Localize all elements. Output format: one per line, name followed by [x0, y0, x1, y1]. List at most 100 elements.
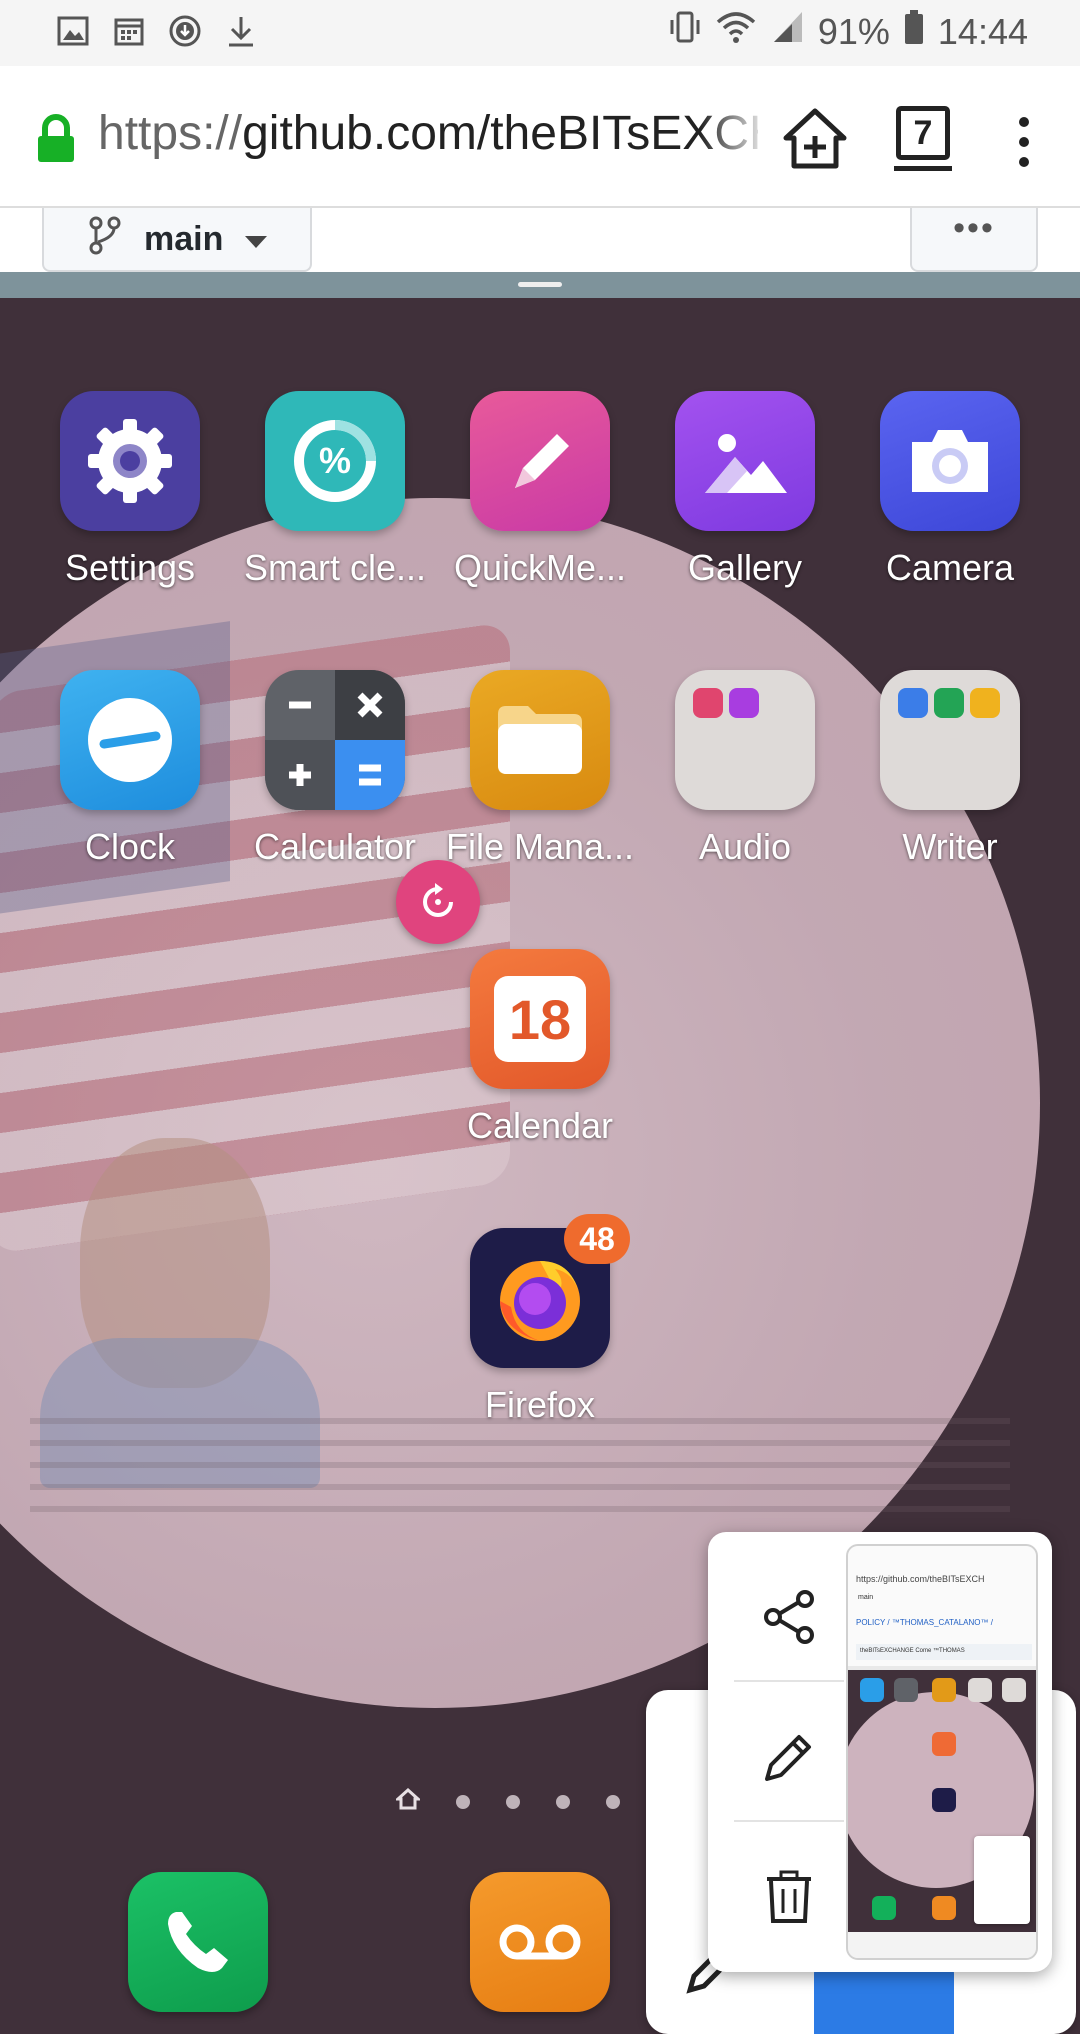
share-icon	[764, 1590, 814, 1644]
calculator-icon	[265, 670, 405, 810]
branch-select-button[interactable]: main	[42, 208, 312, 272]
app-calculator[interactable]: Calculator	[235, 670, 435, 868]
app-label: Calculator	[253, 826, 417, 867]
app-smart-cleaner[interactable]: % Smart cle...	[235, 391, 435, 589]
page-dot	[456, 1794, 470, 1809]
phone-icon	[168, 1912, 228, 1972]
thumb-app	[932, 1678, 956, 1702]
delete-button[interactable]	[734, 1842, 844, 1952]
thumb-policy: POLICY / ™THOMAS_CATALANO™ /	[856, 1618, 993, 1627]
thumb-app	[968, 1678, 992, 1702]
lock-icon[interactable]	[36, 114, 76, 164]
app-gallery[interactable]: Gallery	[645, 391, 845, 589]
thumb-app	[872, 1896, 896, 1920]
branch-label: main	[144, 219, 224, 258]
calendar-day: 18	[508, 987, 572, 1051]
firefox-icon: 48	[470, 1214, 630, 1368]
tab-count-button[interactable]: 7	[896, 106, 950, 160]
dock-phone[interactable]	[128, 1872, 268, 2012]
signal-icon	[770, 10, 804, 53]
divider-handle[interactable]	[518, 282, 562, 287]
app-label: Smart cle...	[243, 547, 427, 588]
app-label: Settings	[64, 547, 196, 588]
voicemail-icon	[499, 1924, 581, 1960]
folder-audio-icon	[675, 670, 815, 810]
split-screen-divider[interactable]	[0, 272, 1080, 298]
rotate-screen-button[interactable]	[396, 860, 480, 944]
thumb-app	[894, 1678, 918, 1702]
battery-icon	[904, 10, 924, 53]
thumb-app	[860, 1678, 884, 1702]
chevron-down-icon	[245, 220, 268, 259]
new-tab-icon[interactable]	[782, 106, 848, 172]
page-indicator[interactable]	[394, 1787, 620, 1815]
separator	[734, 1820, 844, 1822]
folder-icon	[470, 670, 610, 810]
app-label: QuickMe...	[453, 547, 627, 588]
app-quickmemo[interactable]: QuickMe...	[440, 391, 640, 589]
app-calendar[interactable]: 18 Calendar	[440, 949, 640, 1147]
page-dot	[606, 1794, 620, 1809]
thumb-url: https://github.com/theBITsEXCH	[856, 1574, 985, 1584]
thumb-app	[932, 1732, 956, 1756]
status-bar: 91% 14:44	[0, 0, 1080, 66]
thumb-app	[932, 1896, 956, 1920]
app-label: Clock	[84, 826, 176, 867]
rotate-icon	[423, 883, 453, 917]
app-camera[interactable]: Camera	[850, 391, 1050, 589]
tab-count-underline	[894, 166, 952, 171]
dock-voicemail[interactable]	[470, 1872, 610, 2012]
notification-badge: 48	[564, 1214, 630, 1264]
calendar-18-icon: 18	[470, 949, 610, 1089]
clock-icon	[60, 670, 200, 810]
thumb-nav-bar	[848, 1932, 1036, 1958]
app-clock[interactable]: Clock	[30, 670, 230, 868]
edit-icon	[765, 1735, 811, 1781]
calendar-icon	[112, 14, 146, 48]
app-label: Gallery	[687, 547, 803, 588]
clock-time: 14:44	[937, 10, 1028, 52]
separator	[734, 1680, 844, 1682]
screenshot-thumbnail[interactable]: https://github.com/theBITsEXCH main POLI…	[846, 1544, 1038, 1960]
thumb-app	[1002, 1678, 1026, 1702]
app-label: Audio	[698, 826, 792, 867]
wallpaper-mrz-lines	[30, 1418, 1010, 1528]
browser-toolbar: https://github.com/theBITsEXCH 7	[0, 66, 1080, 208]
battery-percent: 91%	[817, 10, 890, 52]
wifi-icon	[716, 10, 756, 53]
more-button[interactable]: •••	[910, 208, 1038, 272]
delete-icon	[767, 1870, 811, 1923]
url-host: github.com/theBITsEXCH	[242, 107, 758, 160]
page-dot	[506, 1794, 520, 1809]
github-page-strip: main •••	[0, 208, 1080, 272]
app-folder-audio[interactable]: Audio	[645, 670, 845, 868]
thumb-popup	[974, 1836, 1030, 1924]
share-button[interactable]	[734, 1562, 844, 1672]
app-firefox[interactable]: 48 Firefox	[440, 1214, 640, 1426]
git-branch-icon	[88, 215, 122, 264]
thumb-app	[932, 1788, 956, 1812]
thumb-branch: main	[858, 1594, 874, 1601]
app-label: Writer	[902, 826, 998, 867]
app-file-manager[interactable]: File Mana...	[440, 670, 640, 868]
screenshot-actions-panel: https://github.com/theBITsEXCH main POLI…	[708, 1532, 1052, 1972]
app-settings[interactable]: Settings	[30, 391, 230, 589]
download-icon	[224, 14, 258, 48]
vibrate-icon	[668, 10, 702, 53]
app-label: Calendar	[466, 1105, 614, 1146]
mountain-icon	[675, 391, 815, 531]
home-page-icon	[394, 1787, 422, 1815]
gallery-icon	[56, 14, 90, 48]
app-label: Firefox	[484, 1384, 596, 1425]
edit-button[interactable]	[734, 1702, 844, 1812]
url-fade	[700, 96, 770, 176]
app-label: File Mana...	[445, 826, 635, 867]
camera-icon	[880, 391, 1020, 531]
app-folder-writer[interactable]: Writer	[850, 670, 1050, 868]
thumb-file: theBITsEXCHANGE Come ™THOMAS	[856, 1644, 1032, 1660]
percent-icon: %	[265, 391, 405, 531]
pencil-icon	[470, 391, 610, 531]
svg-text:%: %	[319, 440, 351, 481]
url-field[interactable]: https://github.com/theBITsEXCH	[98, 106, 758, 166]
more-options-icon[interactable]	[1014, 112, 1034, 172]
